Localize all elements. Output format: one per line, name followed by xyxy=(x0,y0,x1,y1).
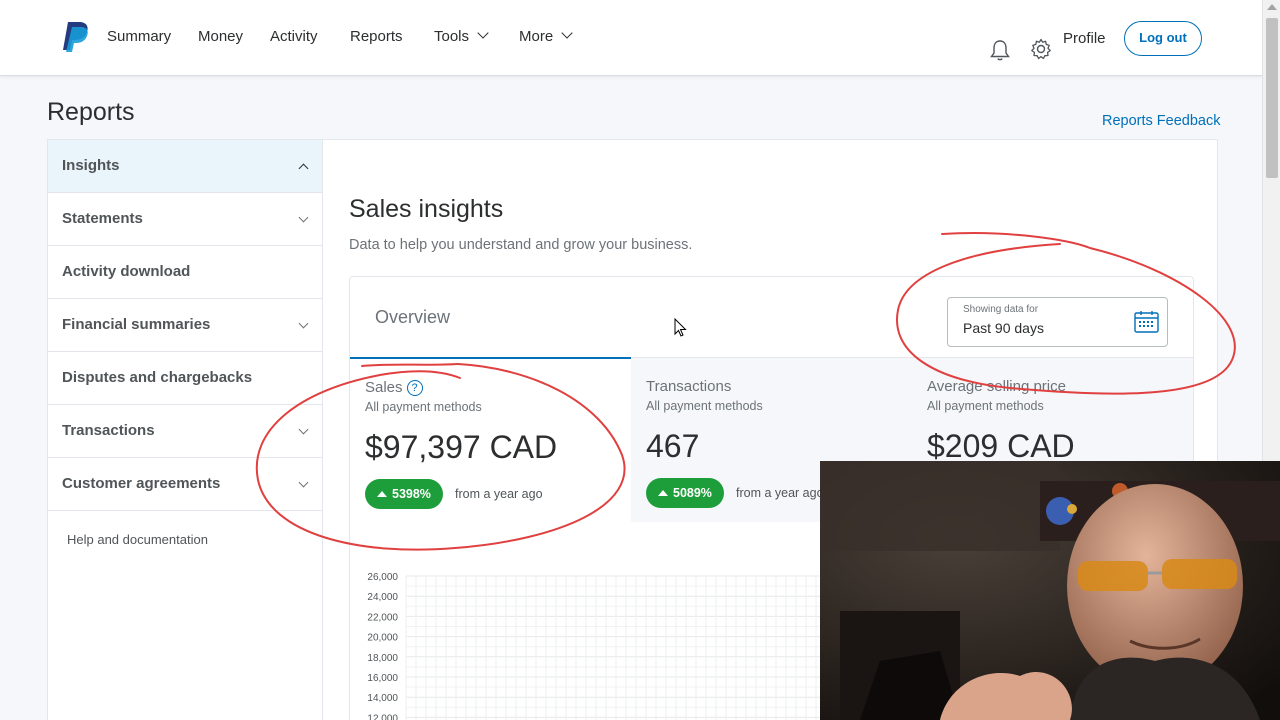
date-range-label: Showing data for xyxy=(963,304,1039,315)
top-nav: Summary Money Activity Reports Tools Mor… xyxy=(0,0,1262,76)
sidebar-item-financial-summaries[interactable]: Financial summaries xyxy=(48,299,323,352)
date-range-value: Past 90 days xyxy=(963,320,1044,336)
sales-insights-title: Sales insights xyxy=(349,195,504,223)
up-arrow-icon xyxy=(658,490,668,496)
nav-tools-label: Tools xyxy=(434,28,470,45)
calendar-icon[interactable] xyxy=(1134,310,1159,333)
y-tick-label: 18,000 xyxy=(367,653,398,664)
scroll-up-arrow-icon[interactable] xyxy=(1267,4,1277,10)
chevron-down-icon xyxy=(298,318,309,329)
metric-subtitle: All payment methods xyxy=(365,400,482,414)
sidebar-item-disputes[interactable]: Disputes and chargebacks xyxy=(48,352,323,405)
metric-subtitle: All payment methods xyxy=(646,399,763,413)
y-tick-label: 12,000 xyxy=(367,713,398,720)
reports-feedback-link[interactable]: Reports Feedback xyxy=(1102,113,1220,129)
webcam-overlay xyxy=(820,461,1280,720)
sidebar-item-transactions[interactable]: Transactions xyxy=(48,405,323,458)
nav-money[interactable]: Money xyxy=(198,28,243,45)
reports-sidebar: Insights Statements Activity download Fi… xyxy=(47,139,323,720)
metric-title: Average selling price xyxy=(927,378,1066,395)
sidebar-item-insights[interactable]: Insights xyxy=(48,140,323,193)
sidebar-item-label: Financial summaries xyxy=(62,316,211,333)
growth-note: from a year ago xyxy=(736,486,824,500)
sidebar-item-customer-agreements[interactable]: Customer agreements xyxy=(48,458,323,511)
growth-note: from a year ago xyxy=(455,487,543,501)
help-question-icon[interactable]: ? xyxy=(406,380,423,396)
overview-label: Overview xyxy=(375,307,451,327)
nav-reports[interactable]: Reports xyxy=(350,28,403,45)
sidebar-item-label: Statements xyxy=(62,210,143,227)
metric-subtitle: All payment methods xyxy=(927,399,1044,413)
bell-icon[interactable] xyxy=(988,38,1012,62)
profile-link[interactable]: Profile xyxy=(1063,30,1106,47)
sidebar-item-statements[interactable]: Statements xyxy=(48,193,323,246)
growth-badge-text: 5398% xyxy=(392,487,431,501)
date-range-picker[interactable]: Showing data for Past 90 days xyxy=(947,297,1168,347)
chevron-down-icon xyxy=(298,212,309,223)
scroll-thumb[interactable] xyxy=(1266,18,1278,178)
y-tick-label: 24,000 xyxy=(367,592,398,603)
y-tick-label: 22,000 xyxy=(367,612,398,623)
nav-more-label: More xyxy=(519,28,554,45)
y-tick-label: 16,000 xyxy=(367,673,398,684)
mouse-cursor-icon xyxy=(674,318,687,337)
up-arrow-icon xyxy=(377,491,387,497)
nav-activity[interactable]: Activity xyxy=(270,28,318,45)
metric-value: 467 xyxy=(646,428,700,464)
metric-title: Sales? xyxy=(365,379,423,396)
growth-badge-text: 5089% xyxy=(673,486,712,500)
sidebar-item-label: Insights xyxy=(62,157,120,174)
chevron-down-icon xyxy=(298,477,309,488)
metric-value: $97,397 CAD xyxy=(365,429,558,465)
y-tick-label: 20,000 xyxy=(367,633,398,644)
sales-chart: 26,000 24,000 22,000 20,000 18,000 16,000 14,0… xyxy=(367,572,827,720)
sidebar-item-label: Transactions xyxy=(62,422,155,439)
sidebar-item-activity-download[interactable]: Activity download xyxy=(48,246,323,299)
nav-tools[interactable]: Tools xyxy=(434,27,489,45)
chevron-down-icon xyxy=(477,27,489,39)
paypal-logo-icon[interactable] xyxy=(62,20,90,52)
growth-badge: 5089% xyxy=(646,478,724,508)
chevron-down-icon xyxy=(561,27,573,39)
nav-more[interactable]: More xyxy=(519,27,573,45)
y-tick-label: 14,000 xyxy=(367,693,398,704)
gear-icon[interactable] xyxy=(1029,37,1053,61)
page-title: Reports xyxy=(47,98,135,126)
logout-button[interactable]: Log out xyxy=(1124,21,1202,56)
metric-value: $209 CAD xyxy=(927,428,1075,464)
sidebar-item-label: Customer agreements xyxy=(62,475,221,492)
metric-sales-tab[interactable]: Sales? All payment methods $97,397 CAD 5… xyxy=(350,357,631,522)
metric-title-text: Sales xyxy=(365,379,403,396)
metric-title: Transactions xyxy=(646,378,732,395)
nav-summary[interactable]: Summary xyxy=(107,28,171,45)
sidebar-item-label: Disputes and chargebacks xyxy=(62,369,253,386)
chevron-down-icon xyxy=(298,424,309,435)
chevron-up-icon xyxy=(298,163,309,174)
growth-badge: 5398% xyxy=(365,479,443,509)
sales-insights-subtitle: Data to help you understand and grow you… xyxy=(349,237,693,253)
y-tick-label: 26,000 xyxy=(367,572,398,583)
sidebar-item-label: Activity download xyxy=(62,263,191,280)
help-documentation-link[interactable]: Help and documentation xyxy=(67,532,208,547)
